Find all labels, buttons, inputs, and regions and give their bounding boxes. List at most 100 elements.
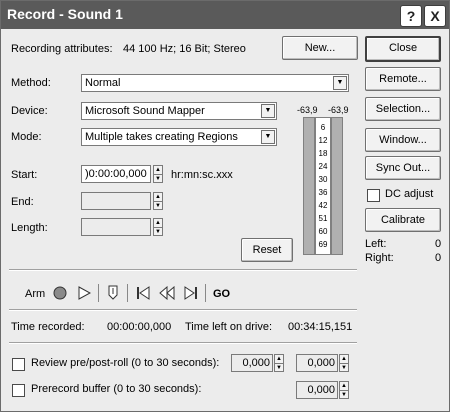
time-recorded-label: Time recorded: xyxy=(11,321,85,333)
meter-tick: 60 xyxy=(318,227,328,236)
close-button[interactable]: Close xyxy=(365,36,441,62)
mode-dropdown[interactable]: Multiple takes creating Regions ▼ xyxy=(81,128,277,146)
method-label: Method: xyxy=(11,77,51,89)
calibrate-button[interactable]: Calibrate xyxy=(365,208,441,232)
go-button[interactable]: GO xyxy=(213,288,230,300)
meter-tick: 69 xyxy=(318,240,328,249)
meter-tick: 18 xyxy=(318,149,328,158)
dc-adjust-checkbox[interactable] xyxy=(367,189,380,202)
spin-down-icon[interactable]: ▼ xyxy=(154,201,162,210)
start-time-input[interactable]: )0:00:00,000 xyxy=(81,165,151,183)
meter-tick: 6 xyxy=(320,123,326,132)
spin-up-icon[interactable]: ▲ xyxy=(340,382,348,390)
review-checkbox[interactable] xyxy=(12,358,25,371)
pre-roll-value: 0,000 xyxy=(242,357,270,369)
right-level-label: Right: xyxy=(365,252,394,264)
prerecord-input[interactable]: 0,000 xyxy=(296,381,338,399)
close-window-button[interactable]: X xyxy=(424,5,446,27)
time-left-label: Time left on drive: xyxy=(185,321,273,333)
toolbar-separator xyxy=(98,284,99,302)
toolbar-separator xyxy=(205,284,206,302)
spin-up-icon[interactable]: ▲ xyxy=(154,166,162,174)
arm-button[interactable]: Arm xyxy=(25,288,45,300)
right-peak-readout: -63,9 xyxy=(328,105,349,115)
sync-out-button[interactable]: Sync Out... xyxy=(365,156,441,180)
left-level-label: Left: xyxy=(365,238,387,250)
spin-up-icon[interactable]: ▲ xyxy=(154,193,162,201)
end-time-input[interactable] xyxy=(81,192,151,210)
title-bar[interactable]: Record - Sound 1 ? X xyxy=(1,1,449,29)
spin-up-icon[interactable]: ▲ xyxy=(340,355,348,363)
time-format-label: hr:mn:sc.xxx xyxy=(171,169,233,181)
selection-button[interactable]: Selection... xyxy=(365,97,441,121)
right-level-value: 0 xyxy=(435,252,442,264)
chevron-down-icon[interactable]: ▼ xyxy=(333,76,347,90)
help-button[interactable]: ? xyxy=(400,5,422,27)
post-roll-spinner[interactable]: ▲ ▼ xyxy=(339,354,349,372)
start-label: Start: xyxy=(11,169,38,181)
chevron-down-icon[interactable]: ▼ xyxy=(261,130,275,144)
length-input[interactable] xyxy=(81,218,151,236)
recording-attributes-label: Recording attributes: xyxy=(11,43,113,55)
window-title: Record - Sound 1 xyxy=(7,6,123,22)
chevron-down-icon[interactable]: ▼ xyxy=(261,104,275,118)
new-button[interactable]: New... xyxy=(282,36,358,60)
review-label: Review pre/post-roll (0 to 30 seconds): xyxy=(31,357,220,369)
spin-up-icon[interactable]: ▲ xyxy=(275,355,283,363)
right-level-meter xyxy=(331,117,343,255)
spin-down-icon[interactable]: ▼ xyxy=(275,363,283,372)
reset-button[interactable]: Reset xyxy=(241,238,293,262)
divider xyxy=(9,342,357,344)
device-dropdown[interactable]: Microsoft Sound Mapper ▼ xyxy=(81,102,277,120)
spin-down-icon[interactable]: ▼ xyxy=(340,363,348,372)
dc-adjust-label: DC adjust xyxy=(385,188,434,200)
post-roll-input[interactable]: 0,000 xyxy=(296,354,338,372)
meter-tick: 12 xyxy=(318,136,328,145)
record-dialog: Record - Sound 1 ? X Recording attribute… xyxy=(0,0,450,412)
left-level-value: 0 xyxy=(435,238,442,250)
meter-scale: 6 12 18 24 30 36 42 51 60 69 xyxy=(315,117,331,255)
time-left-value: 00:34:15,151 xyxy=(288,321,353,333)
record-icon[interactable] xyxy=(53,286,67,300)
start-time-value: )0:00:00,000 xyxy=(85,168,147,180)
end-label: End: xyxy=(11,196,34,208)
go-to-start-icon[interactable] xyxy=(136,286,150,300)
window-button[interactable]: Window... xyxy=(365,128,441,152)
pre-roll-input[interactable]: 0,000 xyxy=(231,354,273,372)
time-recorded-value: 00:00:00,000 xyxy=(107,321,172,333)
length-spinner[interactable]: ▲ ▼ xyxy=(153,218,163,236)
prerecord-checkbox[interactable] xyxy=(12,384,25,397)
left-level-meter xyxy=(303,117,315,255)
mode-value: Multiple takes creating Regions xyxy=(85,131,238,143)
meter-tick: 30 xyxy=(318,175,328,184)
marker-icon[interactable] xyxy=(107,285,119,301)
spin-up-icon[interactable]: ▲ xyxy=(154,219,162,227)
start-time-spinner[interactable]: ▲ ▼ xyxy=(153,165,163,183)
meter-tick: 36 xyxy=(318,188,328,197)
divider xyxy=(9,269,357,271)
method-value: Normal xyxy=(85,77,121,89)
rewind-icon[interactable] xyxy=(159,286,175,300)
go-to-end-icon[interactable] xyxy=(184,286,198,300)
spin-down-icon[interactable]: ▼ xyxy=(154,227,162,236)
meter-tick: 24 xyxy=(318,162,328,171)
prerecord-label: Prerecord buffer (0 to 30 seconds): xyxy=(31,383,202,395)
spin-down-icon[interactable]: ▼ xyxy=(340,390,348,399)
pre-roll-spinner[interactable]: ▲ ▼ xyxy=(274,354,284,372)
prerecord-value: 0,000 xyxy=(307,384,335,396)
prerecord-spinner[interactable]: ▲ ▼ xyxy=(339,381,349,399)
recording-attributes-value: 44 100 Hz; 16 Bit; Stereo xyxy=(123,43,246,55)
play-icon[interactable] xyxy=(77,286,91,300)
device-label: Device: xyxy=(11,105,48,117)
remote-button[interactable]: Remote... xyxy=(365,67,441,91)
end-time-spinner[interactable]: ▲ ▼ xyxy=(153,192,163,210)
method-dropdown[interactable]: Normal ▼ xyxy=(81,74,349,92)
spin-down-icon[interactable]: ▼ xyxy=(154,174,162,183)
device-value: Microsoft Sound Mapper xyxy=(85,105,205,117)
meter-tick: 51 xyxy=(318,214,328,223)
length-label: Length: xyxy=(11,222,48,234)
meter-tick: 42 xyxy=(318,201,328,210)
toolbar-separator xyxy=(127,284,128,302)
divider xyxy=(9,309,357,311)
post-roll-value: 0,000 xyxy=(307,357,335,369)
